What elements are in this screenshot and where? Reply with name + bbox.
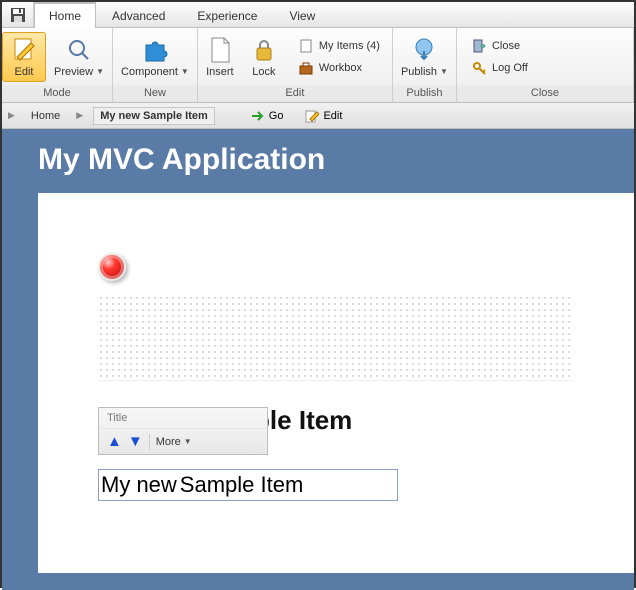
chevron-down-icon: ▼ [181, 67, 189, 76]
group-label-mode: Mode [2, 85, 112, 102]
group-close: Close Log Off Close [457, 28, 634, 102]
tab-home[interactable]: Home [34, 2, 96, 28]
document-small-icon [299, 39, 313, 53]
field-toolbar: Title ▲ ▼ More▼ [98, 407, 268, 455]
field-text-after: Sample Item [178, 470, 304, 500]
door-icon [472, 39, 486, 53]
group-label-close: Close [457, 85, 633, 102]
toolbox-icon [299, 61, 313, 75]
group-label-publish: Publish [393, 85, 456, 102]
pencil-icon [305, 109, 319, 123]
move-up-button[interactable]: ▲ [107, 433, 122, 450]
lock-icon [253, 38, 275, 62]
move-down-button[interactable]: ▼ [128, 433, 143, 450]
breadcrumb-current[interactable]: My new Sample Item [93, 107, 215, 125]
arrow-right-icon [251, 109, 265, 123]
component-marker-icon[interactable] [98, 253, 126, 281]
placeholder-zone[interactable] [98, 295, 574, 381]
edit-mode-button[interactable]: Edit [2, 32, 46, 82]
group-new: Component▼ New [113, 28, 198, 102]
preview-button[interactable]: Preview▼ [46, 32, 112, 82]
insert-button[interactable]: Insert [198, 32, 242, 82]
placeholder-hint: eld] [218, 412, 574, 427]
group-label-edit: Edit [198, 85, 392, 102]
chevron-down-icon: ▼ [440, 67, 448, 76]
title-edit-field[interactable]: My new Sample Item [98, 469, 398, 501]
chevron-right-icon: ▶ [76, 110, 83, 121]
content-area: My MVC Application My new Sample Item el… [2, 129, 634, 590]
my-items-button[interactable]: My Items (4) [292, 36, 386, 56]
chevron-down-icon: ▼ [184, 437, 192, 446]
group-edit: Insert Lock My Items (4) Workbox Edit [198, 28, 393, 102]
chevron-right-icon: ▶ [8, 110, 15, 121]
floppy-icon [10, 7, 26, 23]
group-publish: Publish▼ Publish [393, 28, 457, 102]
separator [149, 434, 150, 450]
publish-button[interactable]: Publish▼ [393, 32, 456, 82]
field-toolbar-title: Title [99, 408, 267, 428]
save-button[interactable] [2, 2, 34, 27]
group-label-new: New [113, 85, 197, 102]
globe-arrow-icon [411, 37, 437, 63]
close-button[interactable]: Close [465, 36, 526, 56]
tab-advanced[interactable]: Advanced [98, 4, 179, 27]
page-surface: My new Sample Item eld] Title ▲ ▼ More▼ … [38, 193, 634, 573]
document-icon [209, 37, 231, 63]
breadcrumb-home[interactable]: Home [25, 108, 66, 124]
magnifier-icon [67, 38, 91, 62]
key-icon [472, 61, 486, 75]
pencil-page-icon [11, 37, 37, 63]
workbox-button[interactable]: Workbox [292, 58, 386, 78]
logoff-button[interactable]: Log Off [465, 58, 534, 78]
ribbon: Edit Preview▼ Mode Component▼ New Insert [2, 28, 634, 103]
more-button[interactable]: More▼ [156, 436, 192, 448]
tab-view[interactable]: View [275, 4, 329, 27]
group-mode: Edit Preview▼ Mode [2, 28, 113, 102]
breadcrumb-bar: ▶ Home ▶ My new Sample Item Go Edit [2, 103, 634, 129]
tab-experience[interactable]: Experience [183, 4, 271, 27]
app-title: My MVC Application [2, 143, 634, 177]
puzzle-icon [142, 37, 168, 63]
chevron-down-icon: ▼ [96, 67, 104, 76]
field-text-before: My new [99, 470, 177, 500]
edit-button[interactable]: Edit [299, 107, 348, 125]
component-button[interactable]: Component▼ [113, 32, 197, 82]
lock-button[interactable]: Lock [242, 32, 286, 82]
tab-bar: Home Advanced Experience View [2, 2, 634, 28]
go-button[interactable]: Go [245, 107, 290, 125]
